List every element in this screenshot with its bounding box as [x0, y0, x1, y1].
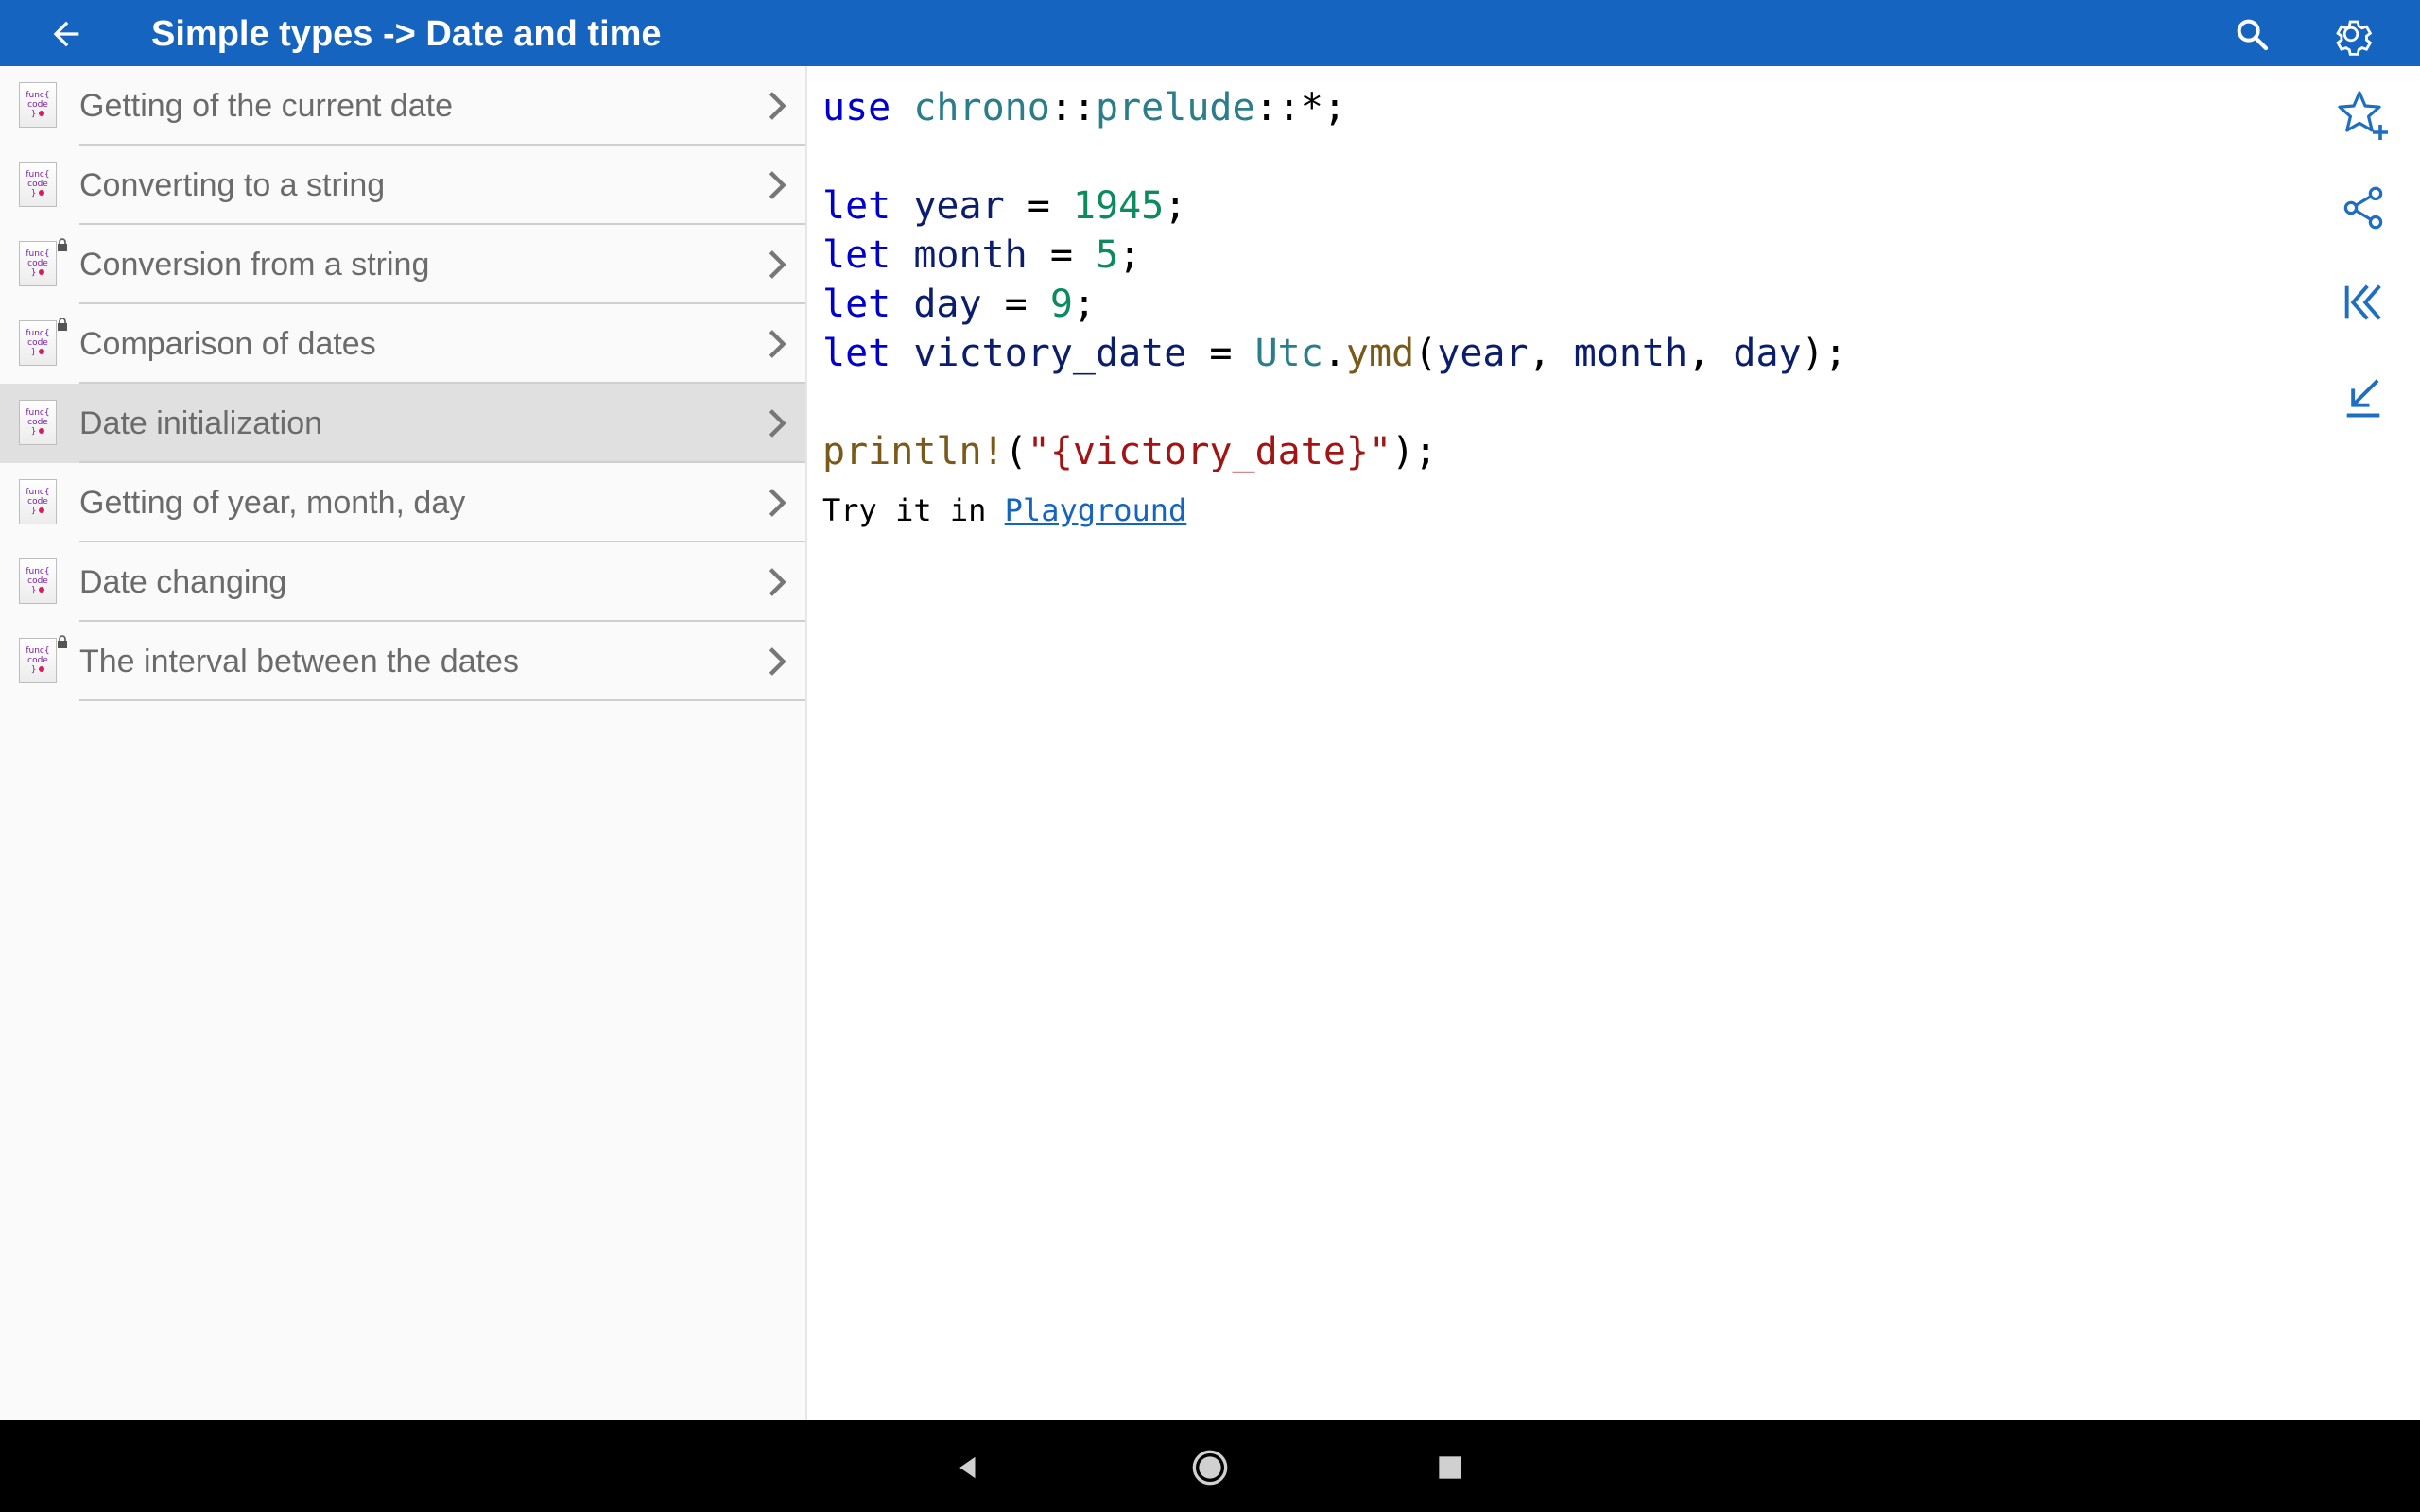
lock-icon: [58, 635, 67, 648]
topic-list: func{code} Getting of the current date f…: [0, 66, 807, 1420]
chevron-right-icon: [769, 568, 786, 596]
list-item-date-changing[interactable]: func{code} Date changing: [0, 542, 805, 622]
code-file-icon: func{code}: [19, 82, 57, 128]
list-item-label: Conversion from a string: [79, 247, 430, 283]
chevron-right-icon: [769, 409, 786, 438]
list-item-label: The interval between the dates: [79, 644, 519, 679]
list-item-label: Comparison of dates: [79, 326, 376, 362]
list-item-date-initialization[interactable]: func{code} Date initialization: [0, 384, 805, 463]
code-file-icon: func{code}: [19, 400, 57, 445]
lock-icon: [58, 318, 67, 331]
chevron-right-icon: [769, 171, 786, 199]
list-item-to-string[interactable]: func{code} Converting to a string: [0, 146, 805, 225]
code-file-icon: func{code}: [19, 479, 57, 524]
chevron-right-icon: [769, 647, 786, 676]
star-plus-icon[interactable]: [2335, 87, 2392, 144]
page-title: Simple types -> Date and time: [151, 14, 662, 54]
nav-recents-icon[interactable]: [1429, 1447, 1471, 1488]
back-arrow-icon[interactable]: [42, 9, 91, 59]
chevron-right-icon: [769, 489, 786, 517]
download-icon[interactable]: [2335, 369, 2392, 425]
list-item-label: Date initialization: [79, 405, 323, 441]
list-item-from-string[interactable]: func{code} Conversion from a string: [0, 225, 805, 304]
nav-home-icon[interactable]: [1189, 1447, 1231, 1488]
list-item-comparison[interactable]: func{code} Comparison of dates: [0, 304, 805, 384]
gear-icon[interactable]: [2325, 9, 2377, 60]
list-item-label: Getting of the current date: [79, 88, 454, 124]
code-file-icon: func{code}: [19, 162, 57, 207]
code-file-icon: func{code}: [19, 320, 57, 366]
chevron-right-icon: [769, 92, 786, 120]
chevron-right-icon: [769, 250, 786, 279]
code-sample: use chrono::prelude::*; let year = 1945;…: [822, 86, 1847, 473]
list-item-current-date[interactable]: func{code} Getting of the current date: [0, 66, 805, 146]
share-icon[interactable]: [2335, 180, 2392, 236]
try-it-line: Try it in Playground: [822, 492, 1187, 528]
divider: [79, 699, 805, 701]
code-file-icon: func{code}: [19, 241, 57, 286]
collapse-left-icon[interactable]: [2335, 274, 2392, 331]
search-icon[interactable]: [2226, 9, 2277, 60]
list-item-label: Converting to a string: [79, 167, 386, 203]
app-bar: Simple types -> Date and time: [0, 0, 2420, 66]
list-item-year-month-day[interactable]: func{code} Getting of year, month, day: [0, 463, 805, 542]
code-file-icon: func{code}: [19, 638, 57, 683]
code-file-icon: func{code}: [19, 558, 57, 604]
lock-icon: [58, 238, 67, 251]
list-item-interval[interactable]: func{code} The interval between the date…: [0, 622, 805, 701]
nav-back-icon[interactable]: [947, 1447, 989, 1488]
playground-link[interactable]: Playground: [1005, 492, 1187, 528]
list-item-label: Date changing: [79, 564, 287, 600]
list-item-label: Getting of year, month, day: [79, 485, 466, 521]
navigation-bar: [0, 1420, 2420, 1512]
chevron-right-icon: [769, 330, 786, 358]
